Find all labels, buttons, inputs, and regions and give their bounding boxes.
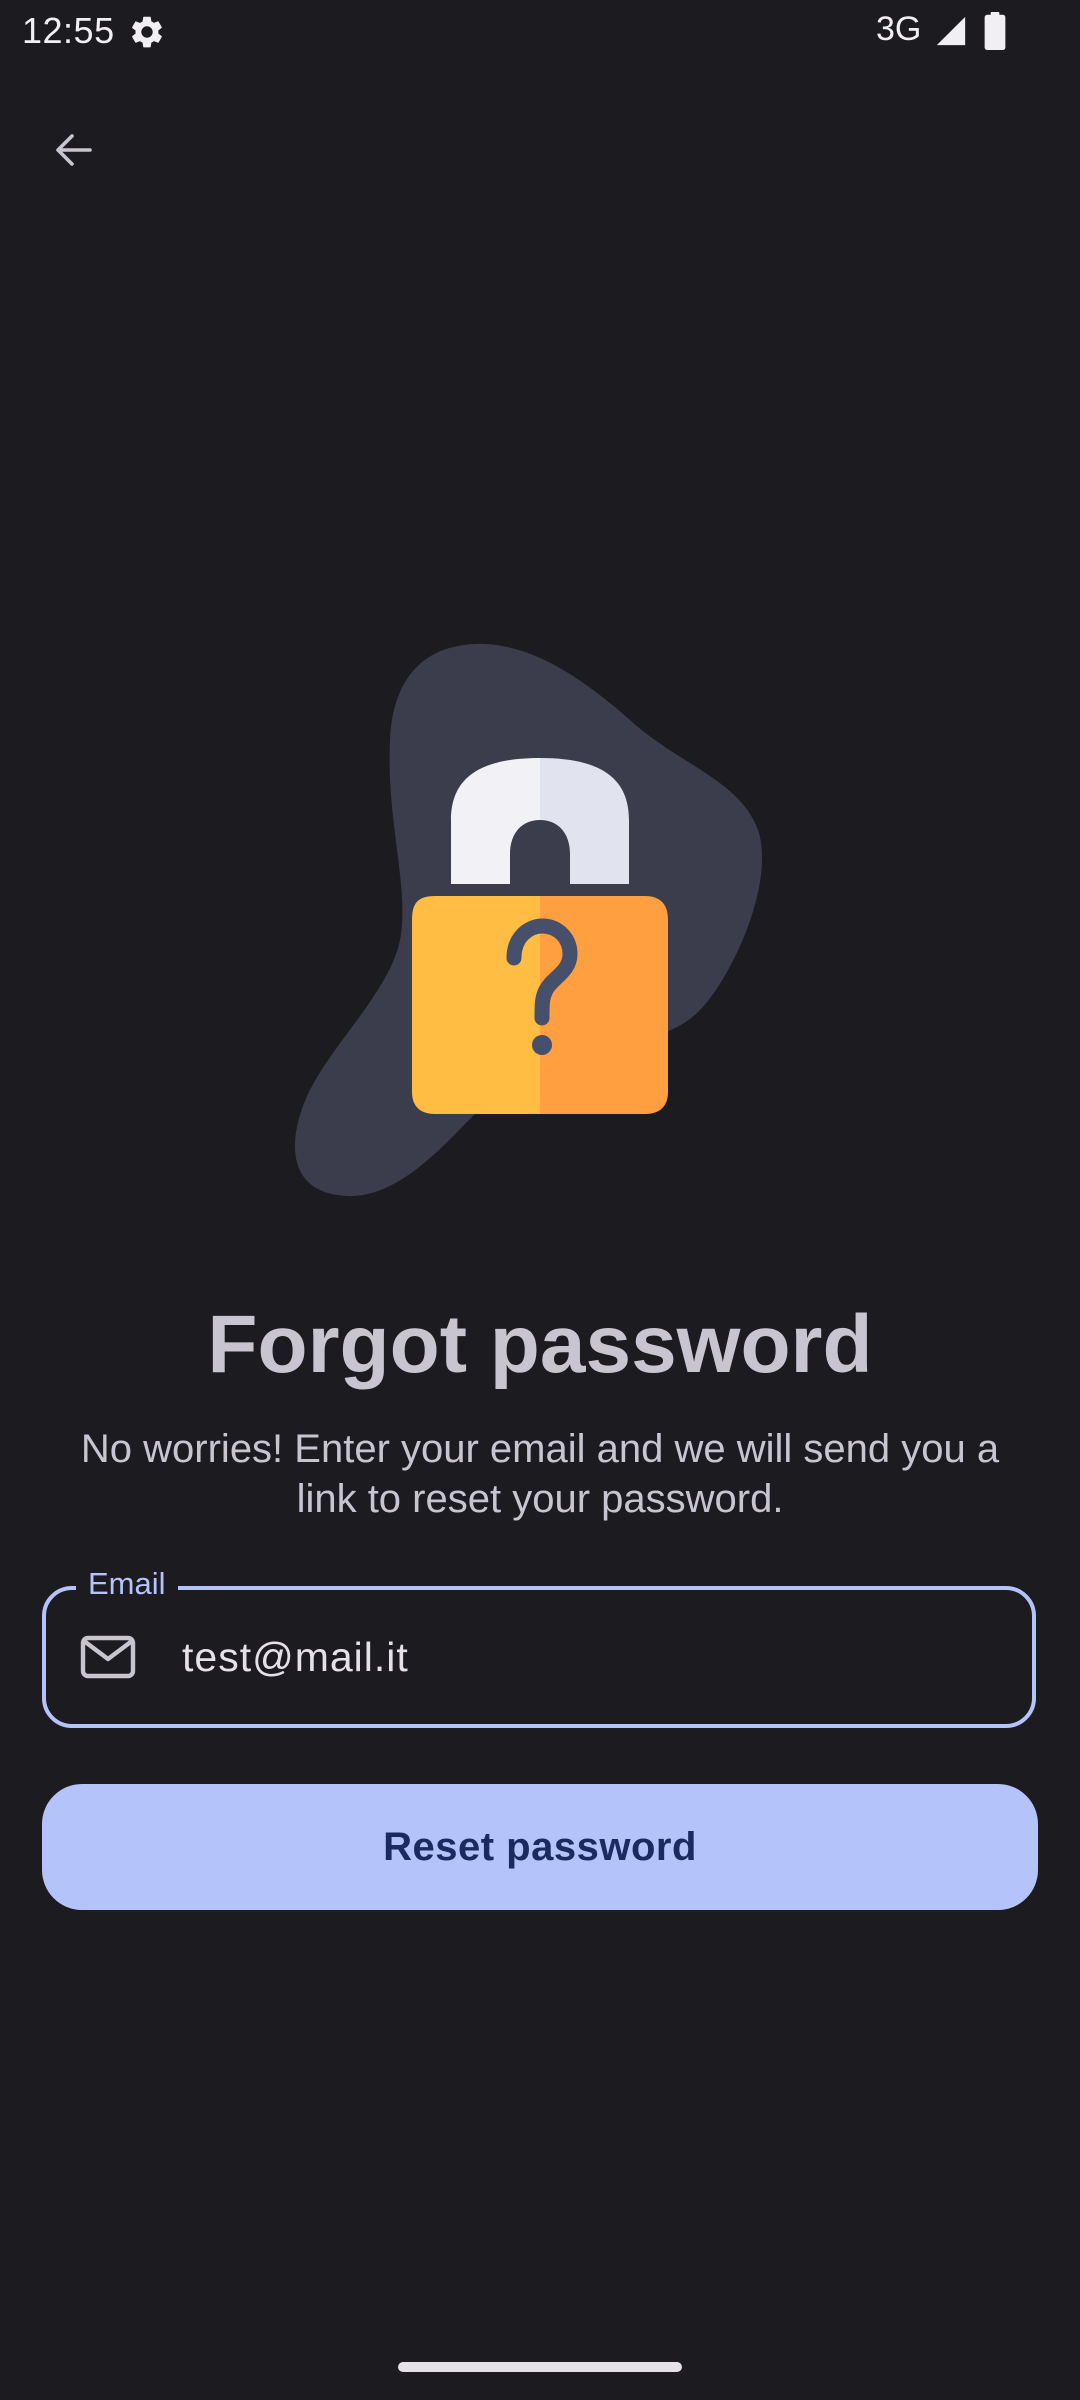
arrow-left-icon bbox=[56, 134, 92, 166]
email-field[interactable]: Email bbox=[42, 1564, 1036, 1728]
network-type: 3G bbox=[876, 10, 922, 48]
page-subtitle: No worries! Enter your email and we will… bbox=[80, 1427, 1000, 1521]
padlock-question-icon bbox=[294, 643, 763, 1197]
back-button[interactable] bbox=[34, 110, 114, 190]
navigation-handle[interactable] bbox=[398, 2362, 682, 2372]
question-mark-dot bbox=[532, 1035, 552, 1055]
status-bar: 12:55 3G bbox=[0, 0, 1080, 64]
email-label: Email bbox=[76, 1564, 178, 1604]
battery-icon bbox=[984, 12, 1006, 50]
reset-password-button[interactable]: Reset password bbox=[42, 1784, 1038, 1910]
status-time: 12:55 bbox=[22, 10, 115, 51]
email-input[interactable] bbox=[182, 1590, 1002, 1724]
signal-icon bbox=[936, 16, 966, 46]
gear-icon bbox=[132, 16, 162, 48]
page-title: Forgot password bbox=[207, 1299, 873, 1390]
mail-icon bbox=[80, 1635, 136, 1679]
